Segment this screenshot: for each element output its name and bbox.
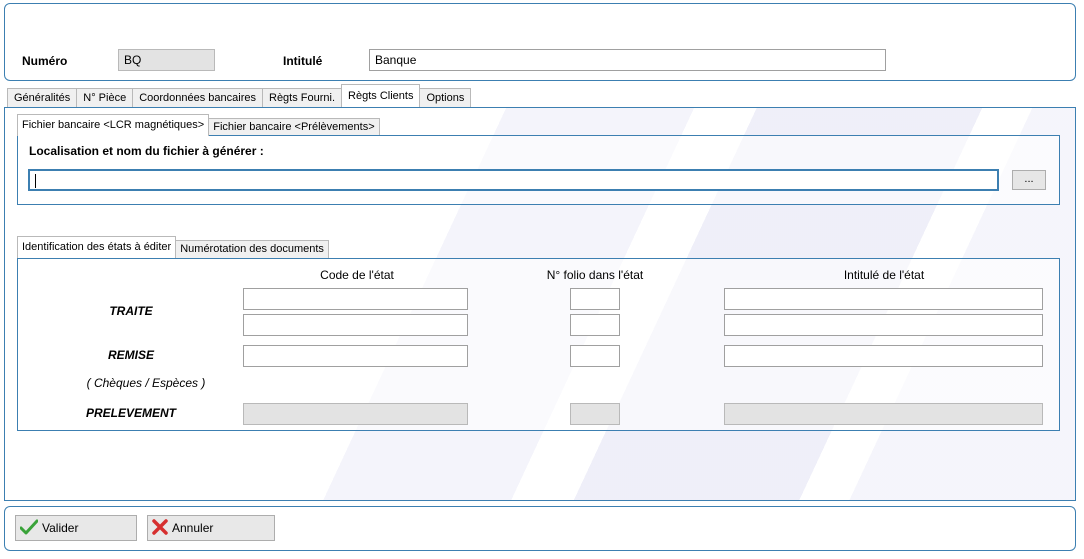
numero-field[interactable]: BQ	[118, 49, 215, 71]
col-code-header: Code de l'état	[320, 268, 394, 282]
remise-folio[interactable]	[570, 345, 620, 367]
traite-intitule-1[interactable]	[724, 288, 1043, 310]
row-label-prelevement: PRELEVEMENT	[85, 406, 176, 420]
prelevement-folio	[570, 403, 620, 425]
tab-options[interactable]: Options	[419, 88, 472, 107]
remise-note: ( Chèques / Espèces )	[86, 376, 206, 390]
tab-numero-piece[interactable]: N° Pièce	[76, 88, 134, 107]
browse-button[interactable]: ...	[1012, 170, 1046, 190]
tab-fichier-lcr[interactable]: Fichier bancaire <LCR magnétiques>	[17, 114, 210, 136]
tab-coordonnees-bancaires[interactable]: Coordonnées bancaires	[132, 88, 263, 107]
row-label-remise: REMISE	[107, 348, 154, 362]
col-folio-header: N° folio dans l'état	[546, 268, 644, 282]
col-intitule-header: Intitulé de l'état	[843, 268, 925, 282]
tab-numerotation-documents[interactable]: Numérotation des documents	[175, 240, 329, 258]
traite-folio-2[interactable]	[570, 314, 620, 336]
cancel-label: Annuler	[172, 521, 214, 535]
reglements-clients-panel: Fichier bancaire <LCR magnétiques> Fichi…	[4, 107, 1076, 501]
text-caret	[35, 174, 36, 188]
prelevement-code	[243, 403, 468, 425]
file-path-input[interactable]	[28, 169, 999, 191]
states-subpanel: Code de l'état N° folio dans l'état Inti…	[17, 258, 1060, 431]
checkmark-icon	[19, 519, 39, 538]
tab-generalites[interactable]: Généralités	[7, 88, 78, 107]
traite-folio-1[interactable]	[570, 288, 620, 310]
numero-label: Numéro	[22, 54, 68, 68]
cross-icon	[152, 518, 168, 538]
traite-code-1[interactable]	[243, 288, 468, 310]
intitule-field[interactable]: Banque	[369, 49, 886, 71]
traite-intitule-2[interactable]	[724, 314, 1043, 336]
main-tabs: Généralités N° Pièce Coordonnées bancair…	[7, 84, 472, 107]
traite-code-2[interactable]	[243, 314, 468, 336]
intitule-label: Intitulé	[283, 54, 323, 68]
validate-label: Valider	[42, 521, 79, 535]
row-label-traite: TRAITE	[109, 304, 153, 318]
remise-intitule[interactable]	[724, 345, 1043, 367]
tab-reglements-fournisseurs[interactable]: Règts Fourni.	[262, 88, 343, 107]
prelevement-intitule	[724, 403, 1043, 425]
location-label: Localisation et nom du fichier à générer…	[29, 144, 264, 158]
tab-fichier-prelevements[interactable]: Fichier bancaire <Prélèvements>	[208, 118, 380, 136]
cancel-button[interactable]: Annuler	[147, 515, 275, 541]
validate-button[interactable]: Valider	[15, 515, 137, 541]
remise-code[interactable]	[243, 345, 468, 367]
tab-reglements-clients[interactable]: Règts Clients	[341, 84, 421, 107]
tab-identification-etats[interactable]: Identification des états à éditer	[17, 236, 177, 258]
file-tabs: Fichier bancaire <LCR magnétiques> Fichi…	[17, 114, 380, 136]
file-subpanel: Localisation et nom du fichier à générer…	[17, 135, 1060, 205]
states-tabs: Identification des états à éditer Numéro…	[17, 236, 329, 258]
